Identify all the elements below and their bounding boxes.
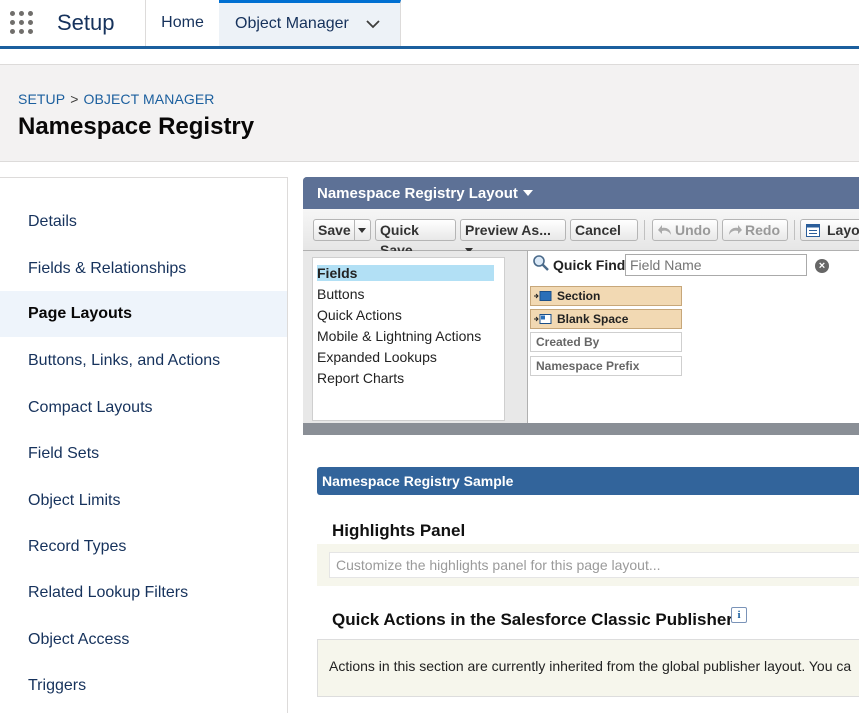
toolbar-divider <box>644 220 645 240</box>
toolbar-divider <box>794 220 795 240</box>
layout-sample-title: Namespace Registry Sample <box>322 473 514 489</box>
layout-sample-header: Namespace Registry Sample <box>317 467 859 495</box>
highlights-panel: Customize the highlights panel for this … <box>317 544 859 586</box>
palette-item-created-by[interactable]: Created By <box>530 332 682 352</box>
save-button-group: Save <box>313 219 371 241</box>
save-divider <box>354 220 355 240</box>
palette-item-blank-space[interactable]: Blank Space <box>530 309 682 329</box>
layout-editor-title[interactable]: Namespace Registry Layout <box>317 185 533 202</box>
sidebar-item-page-layouts[interactable]: Page Layouts <box>0 291 287 337</box>
caret-down-icon <box>522 190 533 196</box>
layout-editor-panel: Namespace Registry Layout Save Quick Sav… <box>303 177 859 435</box>
palette: Fields Buttons Quick Actions Mobile & Li… <box>303 251 859 423</box>
page-title: Namespace Registry <box>18 113 255 140</box>
quick-actions-description: Actions in this section are currently in… <box>329 658 852 674</box>
sidebar-item-compact-layouts[interactable]: Compact Layouts <box>0 385 287 431</box>
sidebar-item-object-access[interactable]: Object Access <box>0 617 287 663</box>
redo-label: Redo <box>745 222 780 238</box>
global-nav: Setup Home Object Manager <box>0 0 859 49</box>
page-header: SETUP > OBJECT MANAGER Namespace Registry <box>0 64 859 162</box>
sidebar-item-field-sets[interactable]: Field Sets <box>0 431 287 477</box>
sidebar-item-buttons-links-actions[interactable]: Buttons, Links, and Actions <box>0 338 287 384</box>
magnifier-icon <box>533 255 549 271</box>
chevron-down-icon[interactable] <box>365 16 381 32</box>
app-launcher-icon[interactable] <box>8 9 36 37</box>
sidebar: Details Fields & Relationships Page Layo… <box>0 177 288 713</box>
redo-button[interactable]: Redo <box>722 219 788 241</box>
sidebar-item-object-limits[interactable]: Object Limits <box>0 478 287 524</box>
breadcrumb-setup[interactable]: SETUP <box>18 91 65 107</box>
tab-object-manager[interactable]: Object Manager <box>219 0 401 46</box>
palette-item-label: Section <box>557 289 601 303</box>
palette-item-label: Blank Space <box>557 312 629 326</box>
preview-as-label: Preview As... <box>465 222 551 238</box>
sidebar-item-record-types[interactable]: Record Types <box>0 524 287 570</box>
layout-editor-header[interactable]: Namespace Registry Layout <box>303 177 859 209</box>
palette-category-fields[interactable]: Fields <box>317 265 494 281</box>
highlights-panel-placeholder[interactable]: Customize the highlights panel for this … <box>329 552 859 578</box>
breadcrumb-object-manager[interactable]: OBJECT MANAGER <box>83 91 214 107</box>
palette-category-mobile-lightning-actions[interactable]: Mobile & Lightning Actions <box>317 328 481 344</box>
layout-toolbar: Save Quick Save Preview As... Cancel Und… <box>303 209 859 258</box>
quick-actions-panel: Actions in this section are currently in… <box>317 639 859 697</box>
quick-find-label: Quick Find <box>553 257 626 273</box>
highlights-panel-title: Highlights Panel <box>332 521 466 540</box>
undo-button[interactable]: Undo <box>652 219 718 241</box>
section-icon <box>534 291 552 301</box>
layout-label: Layout <box>827 222 859 238</box>
sidebar-item-related-lookup-filters[interactable]: Related Lookup Filters <box>0 570 287 616</box>
save-button[interactable]: Save <box>318 220 351 240</box>
save-dropdown-icon[interactable] <box>358 228 366 233</box>
palette-category-quick-actions[interactable]: Quick Actions <box>317 307 402 323</box>
app-name: Setup <box>57 10 115 35</box>
info-icon[interactable]: i <box>731 607 747 623</box>
palette-item-section[interactable]: Section <box>530 286 682 306</box>
layout-properties-button[interactable]: Layout <box>800 219 859 241</box>
cancel-button[interactable]: Cancel <box>570 219 638 241</box>
quick-save-button[interactable]: Quick Save <box>375 219 456 258</box>
palette-items-area: Quick Find × Section Blank Space Created… <box>527 251 859 423</box>
breadcrumb: SETUP > OBJECT MANAGER <box>18 91 215 107</box>
palette-category-list: Fields Buttons Quick Actions Mobile & Li… <box>312 257 505 421</box>
layout-icon <box>806 224 820 237</box>
palette-category-report-charts[interactable]: Report Charts <box>317 370 404 386</box>
undo-icon <box>658 225 671 235</box>
sidebar-item-details[interactable]: Details <box>0 199 287 245</box>
undo-label: Undo <box>675 222 711 238</box>
panel-footer <box>303 423 859 435</box>
palette-item-namespace-prefix[interactable]: Namespace Prefix <box>530 356 682 376</box>
redo-icon <box>729 225 742 235</box>
sidebar-item-triggers[interactable]: Triggers <box>0 663 287 709</box>
main-content: Namespace Registry Layout Save Quick Sav… <box>288 177 859 712</box>
palette-category-buttons[interactable]: Buttons <box>317 286 364 302</box>
layout-title-text: Namespace Registry Layout <box>317 185 518 202</box>
breadcrumb-separator: > <box>70 91 79 107</box>
clear-search-icon[interactable]: × <box>815 259 829 273</box>
quick-find-input[interactable] <box>625 254 807 276</box>
tab-home[interactable]: Home <box>146 0 219 46</box>
quick-actions-title: Quick Actions in the Salesforce Classic … <box>332 610 733 629</box>
palette-category-expanded-lookups[interactable]: Expanded Lookups <box>317 349 437 365</box>
tab-object-manager-label: Object Manager <box>235 15 349 32</box>
sidebar-item-fields-relationships[interactable]: Fields & Relationships <box>0 246 287 292</box>
blank-space-icon <box>534 314 552 324</box>
preview-as-button[interactable]: Preview As... <box>460 219 566 253</box>
